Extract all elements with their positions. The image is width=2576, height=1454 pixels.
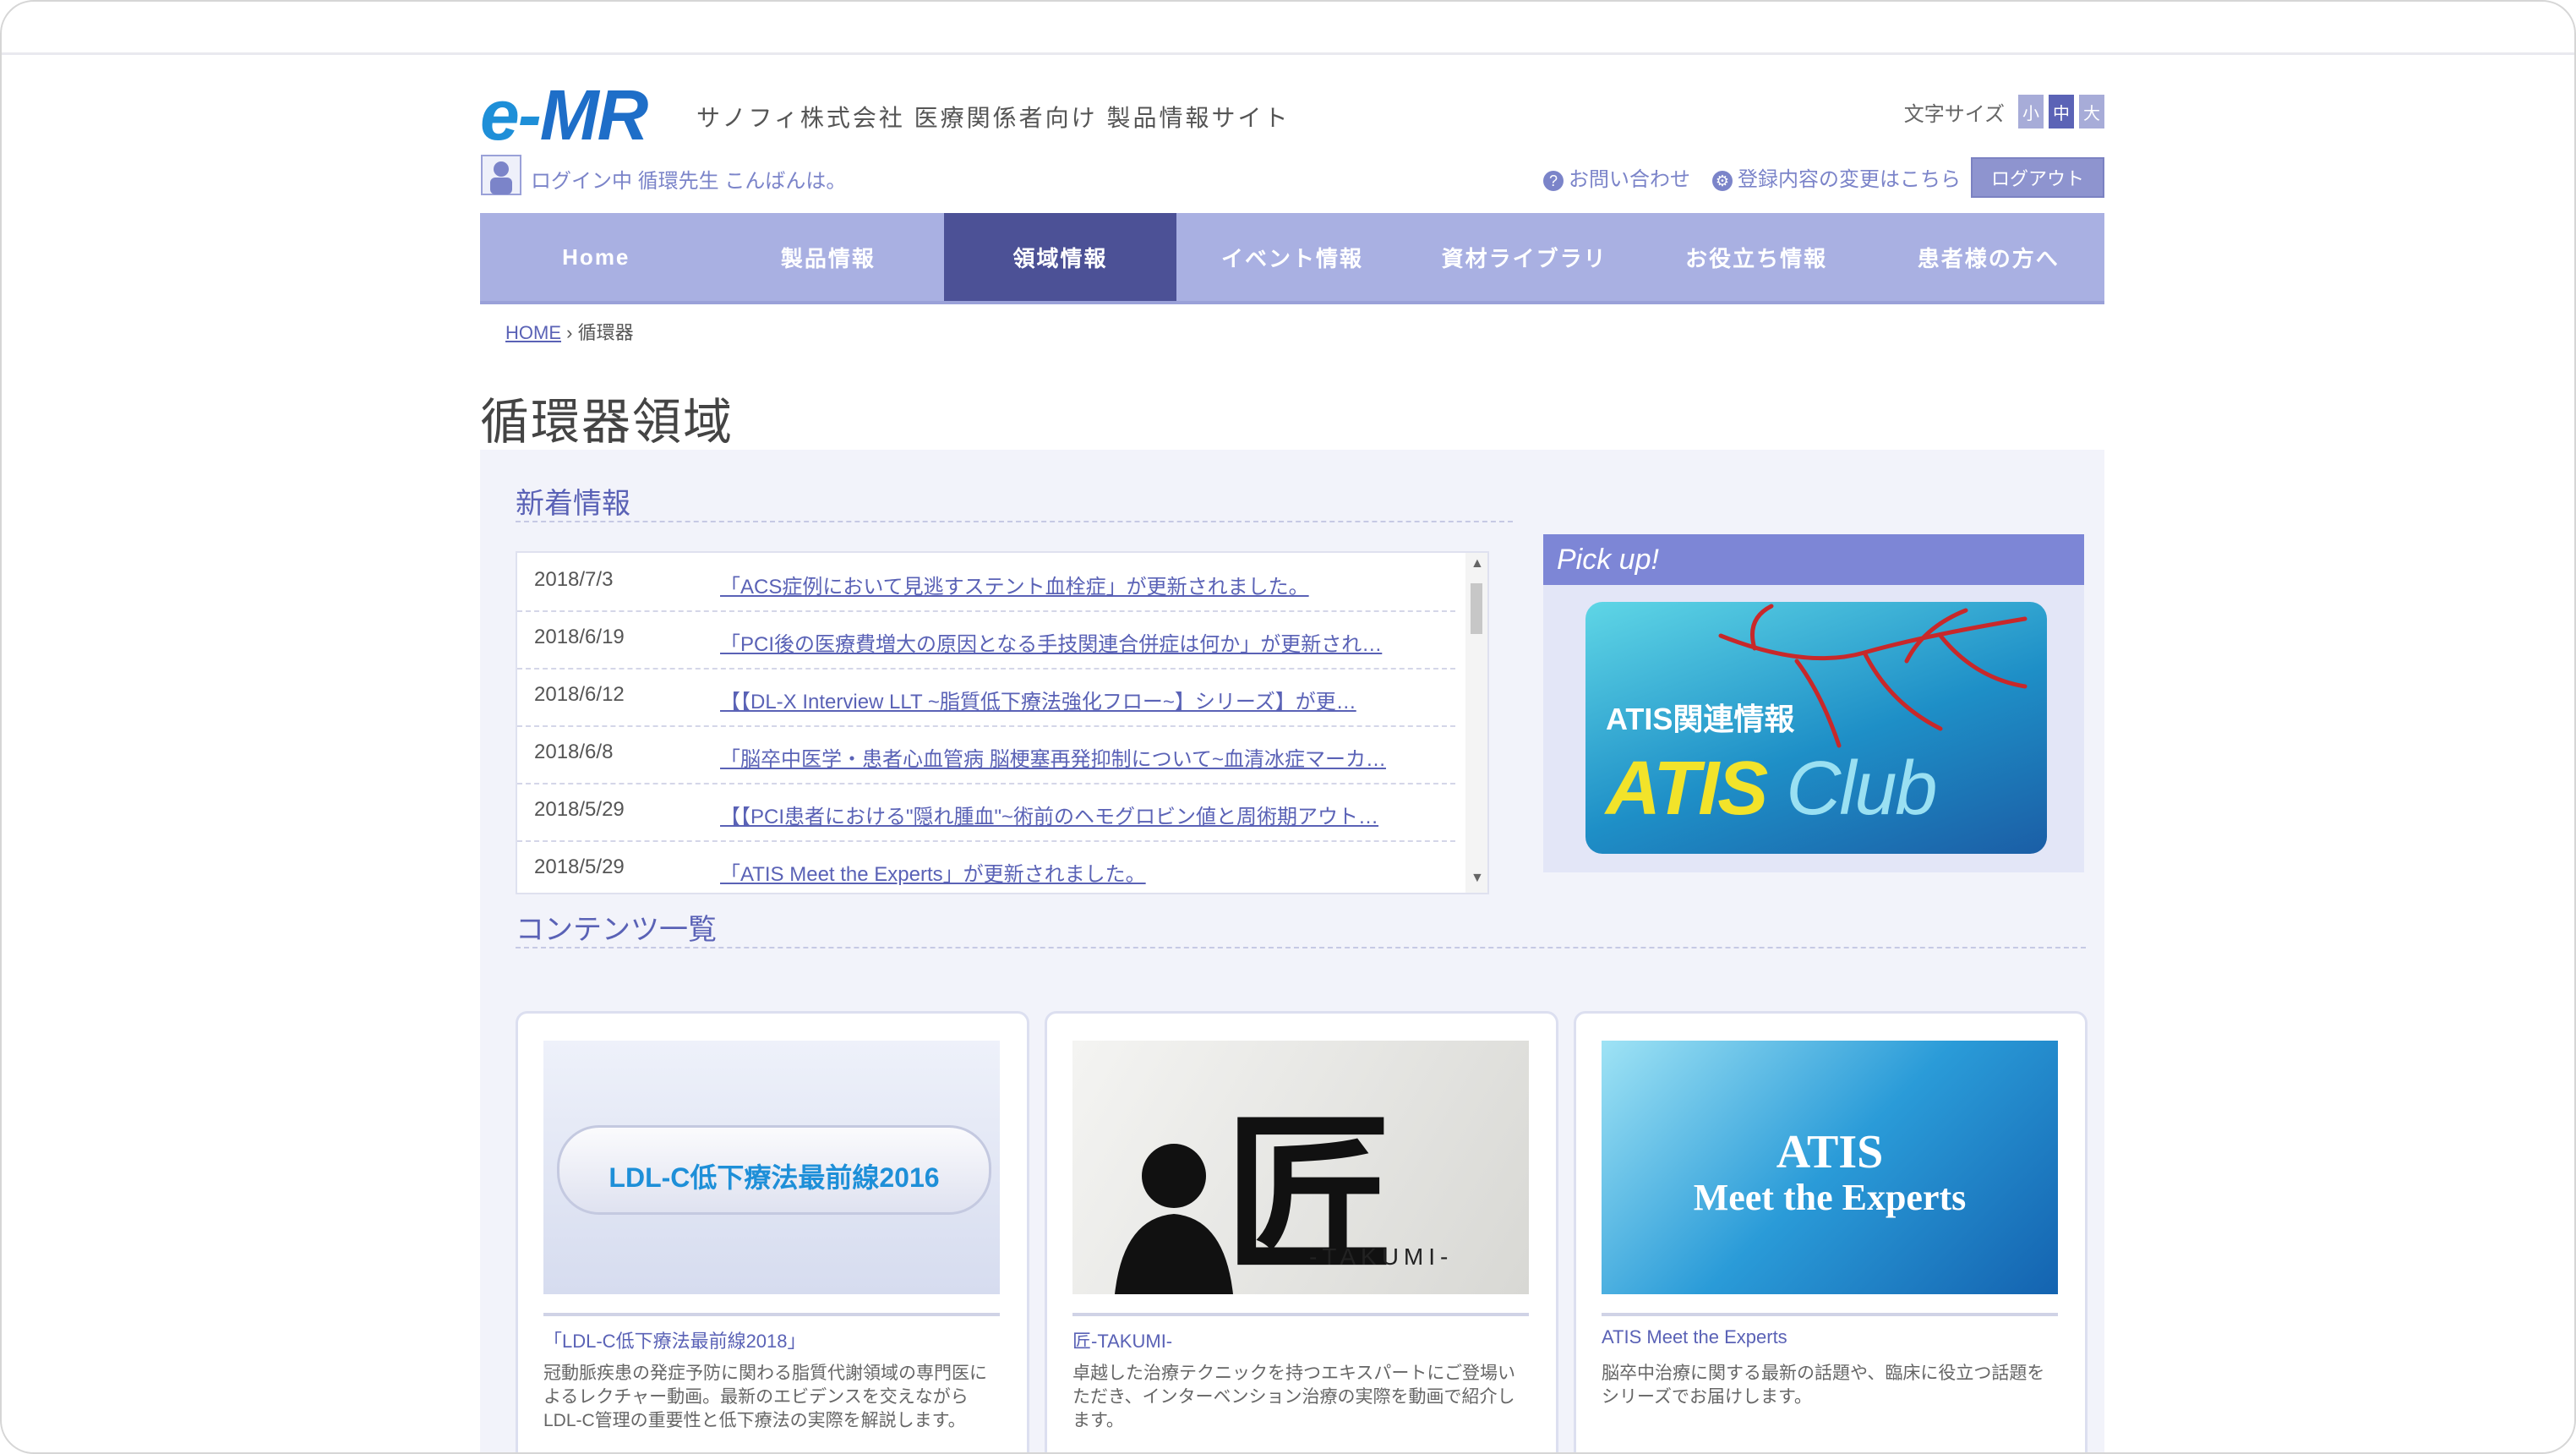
silhouette-icon bbox=[1115, 1144, 1233, 1294]
scroll-up-arrow-icon[interactable]: ▲ bbox=[1471, 556, 1484, 573]
gear-icon: ⚙ bbox=[1712, 171, 1733, 191]
breadcrumb: HOME › 循環器 bbox=[505, 318, 634, 345]
banner-logo-sub: Club bbox=[1786, 746, 1937, 831]
news-date: 2018/7/3 bbox=[534, 568, 614, 591]
atis-image-subtitle: Meet the Experts bbox=[1693, 1177, 1967, 1218]
contents-heading-divider bbox=[516, 947, 2086, 950]
nav-item-products[interactable]: 製品情報 bbox=[712, 213, 945, 301]
news-date: 2018/5/29 bbox=[534, 798, 625, 821]
content-panel: 新着情報 2018/7/3 「ACS症例において見逃すステント血栓症」が更新され… bbox=[480, 450, 2104, 1452]
nav-item-areas[interactable]: 領域情報 bbox=[944, 213, 1176, 301]
banner-logo-main: ATIS bbox=[1606, 746, 1768, 831]
font-size-label: 文字サイズ bbox=[1903, 102, 2005, 126]
site-description: サノフィ株式会社 医療関係者向け 製品情報サイト bbox=[696, 105, 1291, 131]
logout-button[interactable]: ログアウト bbox=[1971, 157, 2104, 198]
news-item[interactable]: 2018/5/29 「ATIS Meet the Experts」が更新されまし… bbox=[517, 840, 1455, 893]
card-description: 冠動脈疾患の発症予防に関わる脂質代謝領域の専門医によるレクチャー動画。最新のエビ… bbox=[543, 1364, 987, 1430]
font-size-small-button[interactable]: 小 bbox=[2018, 95, 2044, 128]
takumi-subtitle: -TAKUMI- bbox=[1309, 1244, 1454, 1270]
news-link[interactable]: 「ACS症例において見逃すステント血栓症」が更新されました。 bbox=[720, 570, 1447, 599]
user-bar: ログイン中 循環先生 こんばんは。 ? お問い合わせ ⚙ 登録内容の変更はこちら ロ… bbox=[480, 154, 2104, 198]
news-scrollbar[interactable]: ▲ ▼ bbox=[1465, 553, 1487, 893]
nav-item-events[interactable]: イベント情報 bbox=[1176, 213, 1409, 301]
breadcrumb-separator: › bbox=[566, 322, 578, 343]
top-divider bbox=[2, 52, 2574, 55]
login-status-text: ログイン中 循環先生 こんばんは。 bbox=[531, 170, 847, 193]
ldl-image-text: LDL-C低下療法最前線2016 bbox=[609, 1162, 940, 1193]
user-avatar-icon bbox=[481, 155, 521, 195]
news-item[interactable]: 2018/6/12 【【DL-X Interview LLT ~脂質低下療法強化… bbox=[517, 668, 1455, 727]
font-size-medium-button[interactable]: 中 bbox=[2049, 95, 2074, 128]
news-item[interactable]: 2018/7/3 「ACS症例において見逃すステント血栓症」が更新されました。 bbox=[517, 553, 1455, 612]
news-item[interactable]: 2018/6/19 「PCI後の医療費増大の原因となる手技関連合併症は何か」が更… bbox=[517, 610, 1455, 670]
banner-logo: ATIS Club bbox=[1606, 746, 1937, 833]
news-item[interactable]: 2018/6/8 「脳卒中医学・患者心血管病 脳梗塞再発抑制について~血清冰症マ… bbox=[517, 725, 1455, 784]
news-heading: 新着情報 bbox=[516, 488, 630, 520]
news-date: 2018/6/8 bbox=[534, 741, 614, 763]
main-navigation: Home 製品情報 領域情報 イベント情報 資材ライブラリ お役立ち情報 患者様… bbox=[480, 213, 2104, 304]
news-date: 2018/6/19 bbox=[534, 626, 625, 648]
pickup-box: Pick up! ATIS関連情報 ATIS Club bbox=[1543, 534, 2084, 872]
ldl-card-image[interactable]: LDL-C低下療法最前線2016 bbox=[543, 1041, 1000, 1294]
news-date: 2018/6/12 bbox=[534, 683, 625, 706]
nav-item-home[interactable]: Home bbox=[480, 213, 712, 301]
news-link[interactable]: 「PCI後の医療費増大の原因となる手技関連合併症は何か」が更新され… bbox=[720, 627, 1447, 657]
breadcrumb-home-link[interactable]: HOME bbox=[505, 322, 561, 343]
breadcrumb-current: 循環器 bbox=[577, 322, 634, 343]
profile-change-label: 登録内容の変更はこちら bbox=[1738, 168, 1961, 191]
pickup-heading: Pick up! bbox=[1543, 534, 2084, 585]
news-link[interactable]: 【【PCI患者における"隠れ腫血"~術前のヘモグロビン値と周術期アウト… bbox=[720, 800, 1447, 829]
card-title-link[interactable]: 匠-TAKUMI- bbox=[1072, 1313, 1529, 1352]
contents-heading: コンテンツ一覧 bbox=[516, 914, 717, 946]
content-card-ldl[interactable]: LDL-C低下療法最前線2016 「LDL-C低下療法最前線2018」 冠動脈疾… bbox=[516, 1011, 1029, 1452]
takumi-card-image[interactable]: 匠 -TAKUMI- bbox=[1072, 1041, 1529, 1294]
news-date: 2018/5/29 bbox=[534, 855, 625, 878]
browser-frame: e-MR サノフィ株式会社 医療関係者向け 製品情報サイト 文字サイズ 小 中 … bbox=[0, 0, 2576, 1454]
question-icon: ? bbox=[1543, 171, 1564, 191]
ldl-pill-graphic: LDL-C低下療法最前線2016 bbox=[557, 1125, 991, 1215]
logo-mr: MR bbox=[539, 75, 649, 155]
scroll-thumb[interactable] bbox=[1471, 583, 1482, 634]
content-card-takumi[interactable]: 匠 -TAKUMI- 匠-TAKUMI- 卓越した治療テクニックを持つエキスパー… bbox=[1045, 1011, 1558, 1452]
news-list[interactable]: 2018/7/3 「ACS症例において見逃すステント血栓症」が更新されました。 … bbox=[516, 551, 1489, 894]
profile-change-link[interactable]: ⚙ 登録内容の変更はこちら bbox=[1712, 162, 1961, 192]
news-link[interactable]: 「脳卒中医学・患者心血管病 脳梗塞再発抑制について~血清冰症マーカ… bbox=[720, 742, 1447, 772]
card-title-link[interactable]: 「LDL-C低下療法最前線2018」 bbox=[543, 1313, 1000, 1352]
banner-title: ATIS関連情報 bbox=[1606, 702, 1795, 736]
nav-item-library[interactable]: 資材ライブラリ bbox=[1408, 213, 1640, 301]
utility-links: ? お問い合わせ ⚙ 登録内容の変更はこちら bbox=[1543, 162, 1961, 192]
news-link[interactable]: 【【DL-X Interview LLT ~脂質低下療法強化フロー~】シリーズ】… bbox=[720, 685, 1447, 714]
atis-experts-card-image[interactable]: ATIS Meet the Experts bbox=[1602, 1041, 2058, 1294]
atis-club-banner[interactable]: ATIS関連情報 ATIS Club bbox=[1585, 602, 2047, 854]
nav-item-useful-info[interactable]: お役立ち情報 bbox=[1640, 213, 1873, 301]
news-link[interactable]: 「ATIS Meet the Experts」が更新されました。 bbox=[720, 857, 1447, 887]
font-size-large-button[interactable]: 大 bbox=[2079, 95, 2104, 128]
emr-logo[interactable]: e-MR bbox=[480, 74, 649, 156]
logo-e: e- bbox=[480, 75, 542, 155]
card-description: 卓越した治療テクニックを持つエキスパートにご登場いただき、インターベンション治療… bbox=[1072, 1364, 1515, 1430]
card-description: 脳卒中治療に関する最新の話題や、臨床に役立つ話題をシリーズでお届けします。 bbox=[1602, 1364, 2045, 1407]
atis-image-title: ATIS bbox=[1776, 1126, 1884, 1178]
card-title-link[interactable]: ATIS Meet the Experts bbox=[1602, 1313, 2058, 1347]
scroll-down-arrow-icon[interactable]: ▼ bbox=[1471, 871, 1484, 888]
content-card-atis-experts[interactable]: ATIS Meet the Experts ATIS Meet the Expe… bbox=[1574, 1011, 2088, 1452]
news-item[interactable]: 2018/5/29 【【PCI患者における"隠れ腫血"~術前のヘモグロビン値と周… bbox=[517, 783, 1455, 842]
page-title: 循環器領域 bbox=[480, 395, 734, 450]
nav-item-patients[interactable]: 患者様の方へ bbox=[1872, 213, 2104, 301]
contact-link-label: お問い合わせ bbox=[1569, 168, 1690, 191]
contact-link[interactable]: ? お問い合わせ bbox=[1543, 162, 1690, 192]
news-heading-divider bbox=[516, 521, 1513, 524]
font-size-control: 文字サイズ 小 中 大 bbox=[1904, 95, 2104, 128]
